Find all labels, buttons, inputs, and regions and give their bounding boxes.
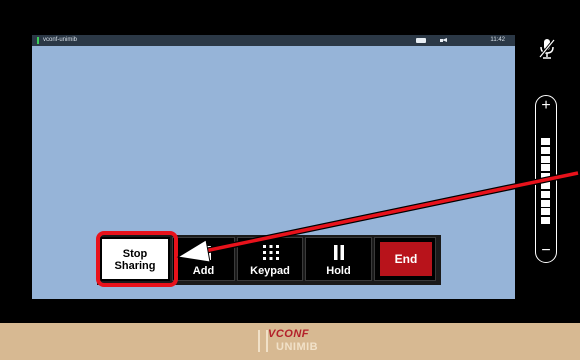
volume-level-bar [541, 181, 550, 189]
volume-level-bar [541, 217, 550, 225]
mic-muted-icon[interactable] [538, 38, 556, 60]
volume-minus-icon[interactable]: − [536, 243, 556, 259]
add-button[interactable]: Add [172, 237, 235, 281]
logo-text-top: VCONF [268, 328, 309, 340]
pause-icon [334, 245, 344, 260]
hold-button[interactable]: Hold [305, 237, 372, 281]
hold-label: Hold [326, 265, 351, 277]
status-bar: vconf-unimib 11:42 [32, 35, 515, 46]
volume-level-bars [541, 138, 550, 230]
highlight-box [96, 231, 178, 287]
volume-plus-icon[interactable]: + [536, 98, 556, 114]
volume-level-bar [541, 138, 550, 145]
logo-text-bottom: UNIMIB [276, 341, 319, 353]
volume-level-bar [541, 208, 550, 216]
speaker-icon [440, 38, 448, 43]
status-accent [37, 37, 39, 44]
volume-slider[interactable]: + − [535, 95, 557, 263]
keypad-icon [263, 245, 279, 260]
keypad-button[interactable]: Keypad [237, 237, 303, 281]
volume-level-bar [541, 155, 550, 163]
clock-time: 11:42 [490, 37, 505, 43]
keypad-label: Keypad [250, 265, 290, 277]
logo-mark [258, 330, 268, 352]
end-call-button[interactable]: End [380, 242, 432, 276]
add-participant-icon [196, 246, 214, 260]
volume-level-bar [541, 173, 550, 181]
vconf-logo: VCONF UNIMIB [258, 328, 328, 356]
add-label: Add [192, 265, 215, 277]
conference-title: vconf-unimib [43, 37, 78, 43]
volume-level-bar [541, 164, 550, 172]
volume-level-bar [541, 146, 550, 154]
volume-level-bar [541, 190, 550, 198]
volume-level-bar [541, 199, 550, 207]
camera-icon [416, 38, 426, 43]
